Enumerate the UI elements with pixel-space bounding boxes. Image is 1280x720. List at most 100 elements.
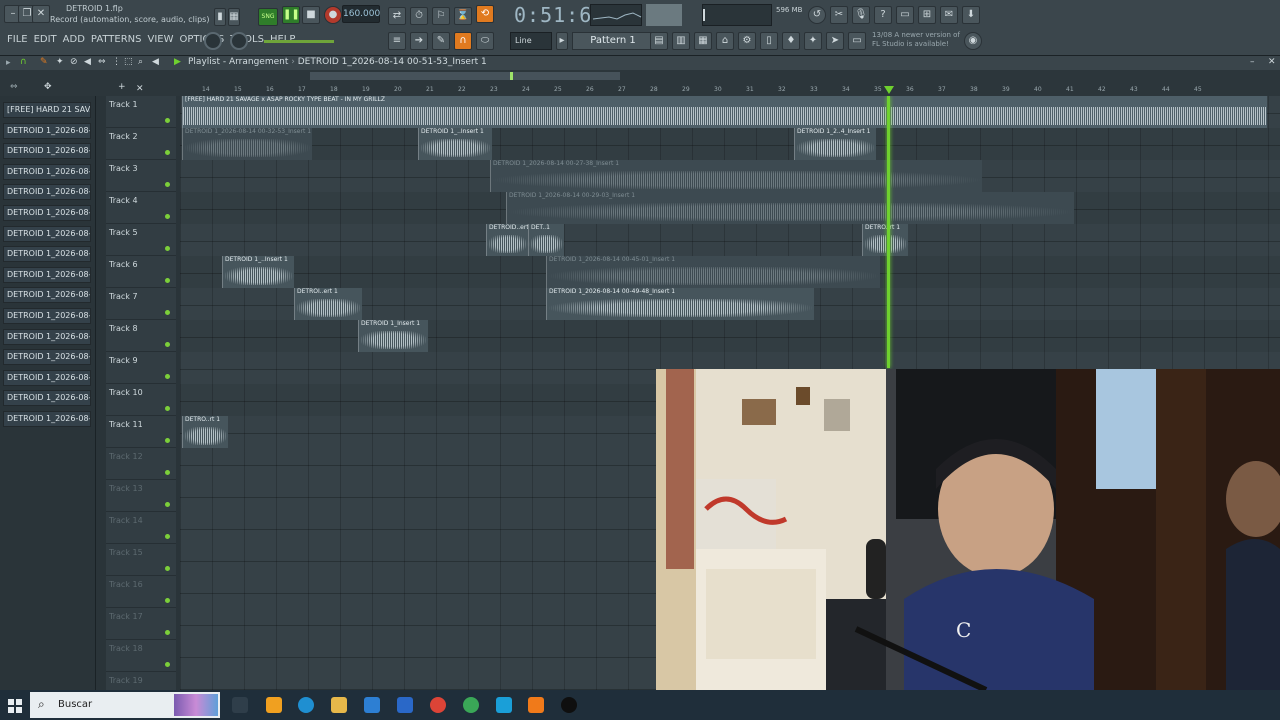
chat-icon[interactable]: ✉ bbox=[940, 6, 958, 24]
audio-clip[interactable]: DETROID 1_2026-08-14 00-49-48_Insert 1 bbox=[546, 288, 814, 320]
song-position-marker[interactable] bbox=[884, 86, 894, 94]
picker-item[interactable]: DETROID 1_2026-08-14 0.. bbox=[3, 370, 91, 386]
menu-view[interactable]: VIEW bbox=[145, 34, 177, 45]
track-enable-led[interactable] bbox=[165, 150, 170, 155]
picker-item[interactable]: DETROID 1_2026-08-14 0.. bbox=[3, 349, 91, 365]
playlist-close-icon[interactable]: ✕ bbox=[1268, 57, 1276, 67]
task-view-icon[interactable] bbox=[232, 697, 248, 713]
clipboard-icon[interactable]: ▯ bbox=[760, 32, 778, 50]
browser-icon[interactable]: ⌂ bbox=[716, 32, 734, 50]
picker-item[interactable]: DETROID 1_2026-08-14 0.. bbox=[3, 205, 91, 221]
playlist-icon[interactable]: ≡ bbox=[388, 32, 406, 50]
master-volume-knob[interactable] bbox=[204, 32, 222, 50]
picker-item[interactable]: DETROID 1_2026-08-14 0.. bbox=[3, 184, 91, 200]
picker-item[interactable]: [FREE] HARD 21 SAVA.. bbox=[3, 102, 91, 118]
picker-item[interactable]: DETROID 1_2026-08-14 0.. bbox=[3, 329, 91, 345]
picker-item[interactable]: DETROID 1_2026-08-14 0.. bbox=[3, 411, 91, 427]
fl-studio-icon[interactable] bbox=[528, 697, 544, 713]
audio-clip[interactable]: DETROID 1_2..4_Insert 1 bbox=[794, 128, 876, 160]
picker-item[interactable]: DETROID 1_2026-08-14 0.. bbox=[3, 267, 91, 283]
help-icon[interactable]: ? bbox=[874, 6, 892, 24]
menu-edit[interactable]: EDIT bbox=[31, 34, 60, 45]
magnet-icon[interactable]: ∩ bbox=[454, 32, 472, 50]
audio-clip[interactable]: DETRO..rt 1 bbox=[862, 224, 908, 256]
online-icon[interactable]: ◉ bbox=[964, 32, 982, 50]
track-add-icon[interactable]: + bbox=[118, 82, 126, 92]
track-enable-led[interactable] bbox=[165, 438, 170, 443]
track-header[interactable]: Track 8 bbox=[106, 320, 176, 352]
track-header[interactable]: Track 4 bbox=[106, 192, 176, 224]
track-enable-led[interactable] bbox=[165, 342, 170, 347]
playlist-options-icon[interactable]: ▸ bbox=[6, 58, 11, 68]
stop-button[interactable]: ■ bbox=[302, 6, 320, 24]
microphone-icon[interactable]: 🎙 bbox=[852, 6, 870, 24]
keyboard-icon[interactable]: ▦ bbox=[228, 8, 240, 26]
draw-tool-icon[interactable]: ✎ bbox=[40, 57, 48, 67]
track-enable-led[interactable] bbox=[165, 278, 170, 283]
track-header[interactable]: Track 15 bbox=[106, 544, 176, 576]
track-enable-led[interactable] bbox=[165, 246, 170, 251]
picker-item[interactable]: DETROID 1_2026-08-14 0.. bbox=[3, 287, 91, 303]
plugin-icon[interactable]: ⊞ bbox=[918, 6, 936, 24]
menu-file[interactable]: FILE bbox=[4, 34, 31, 45]
audio-clip[interactable]: DETROID..ert 1 bbox=[486, 224, 528, 256]
pattern-prev-icon[interactable]: ▸ bbox=[556, 32, 568, 50]
track-enable-led[interactable] bbox=[165, 534, 170, 539]
playlist-minimize-icon[interactable]: – bbox=[1250, 57, 1255, 67]
track-header[interactable]: Track 7 bbox=[106, 288, 176, 320]
slice-tool-icon[interactable]: ⋮ bbox=[112, 57, 121, 67]
snap-magnet-icon[interactable]: ∩ bbox=[20, 57, 27, 67]
picker-item[interactable]: DETROID 1_2026-08-14 0.. bbox=[3, 246, 91, 262]
track-header[interactable]: Track 17 bbox=[106, 608, 176, 640]
playback-tool-icon[interactable]: ◀ bbox=[152, 57, 159, 67]
track-header[interactable]: Track 2 bbox=[106, 128, 176, 160]
track-header[interactable]: Track 13 bbox=[106, 480, 176, 512]
picker-item[interactable]: DETROID 1_2026-08-14 0.. bbox=[3, 390, 91, 406]
playhead[interactable] bbox=[887, 96, 890, 368]
notes-icon[interactable]: ▭ bbox=[848, 32, 866, 50]
chrome-icon[interactable] bbox=[430, 697, 446, 713]
audio-clip[interactable]: DET..1 bbox=[528, 224, 564, 256]
copilot-icon[interactable] bbox=[266, 697, 282, 713]
picker-move-icon[interactable]: ✥ bbox=[44, 82, 52, 92]
audio-clip[interactable]: DETRO..rt 1 bbox=[182, 416, 228, 448]
news-panel[interactable]: 13/08 A newer version of FL Studio is av… bbox=[872, 31, 962, 49]
play-pause-button[interactable]: ❚❚ bbox=[282, 6, 300, 24]
picker-scroll-icon[interactable]: ⇔ bbox=[10, 82, 18, 92]
store-icon[interactable] bbox=[397, 697, 413, 713]
song-mode-toggle[interactable]: SNG bbox=[258, 8, 278, 26]
telegram-icon[interactable] bbox=[496, 697, 512, 713]
track-collapse-icon[interactable]: ✕ bbox=[136, 84, 144, 94]
track-enable-led[interactable] bbox=[165, 214, 170, 219]
taskbar-search[interactable]: ⌕ Buscar bbox=[30, 692, 220, 718]
slip-tool-icon[interactable]: ⇔ bbox=[98, 57, 106, 67]
mixer-icon[interactable]: ▮ bbox=[214, 8, 226, 26]
track-header[interactable]: Track 1 bbox=[106, 96, 176, 128]
audio-clip[interactable]: DETROI..ert 1 bbox=[294, 288, 362, 320]
menu-patterns[interactable]: PATTERNS bbox=[88, 34, 145, 45]
touch-keyboard-icon[interactable]: ➤ bbox=[826, 32, 844, 50]
track-enable-led[interactable] bbox=[165, 470, 170, 475]
download-icon[interactable]: ⬇ bbox=[962, 6, 980, 24]
tempo-display[interactable]: 160.000 bbox=[342, 5, 380, 23]
chrome-profile-icon[interactable] bbox=[463, 697, 479, 713]
file-explorer-icon[interactable] bbox=[331, 697, 347, 713]
countdown-icon[interactable]: ⌛ bbox=[454, 7, 472, 25]
plugin-picker-icon[interactable]: ⚙ bbox=[738, 32, 756, 50]
record-button[interactable]: ● bbox=[324, 6, 342, 24]
picker-item[interactable]: DETROID 1_2026-08-14 0.. bbox=[3, 164, 91, 180]
picker-item[interactable]: DETROID 1_2026-08-14 0.. bbox=[3, 308, 91, 324]
wait-input-icon[interactable]: ⚐ bbox=[432, 7, 450, 25]
picker-item[interactable]: DETROID 1_2026-08-14 0.. bbox=[3, 143, 91, 159]
audio-clip[interactable]: DETROID 1_..Insert 1 bbox=[418, 128, 492, 160]
track-enable-led[interactable] bbox=[165, 310, 170, 315]
track-enable-led[interactable] bbox=[165, 502, 170, 507]
select-tool-icon[interactable]: ⬚ bbox=[124, 57, 133, 67]
metronome-icon[interactable]: ⏱ bbox=[410, 7, 428, 25]
tempo-tapper-icon[interactable]: ♦ bbox=[782, 32, 800, 50]
delete-tool-icon[interactable]: ⊘ bbox=[70, 57, 78, 67]
edge-icon[interactable] bbox=[298, 697, 314, 713]
track-header[interactable]: Track 10 bbox=[106, 384, 176, 416]
master-volume-slider[interactable] bbox=[264, 40, 334, 43]
zoom-tool-icon[interactable]: ⌕ bbox=[138, 57, 143, 67]
